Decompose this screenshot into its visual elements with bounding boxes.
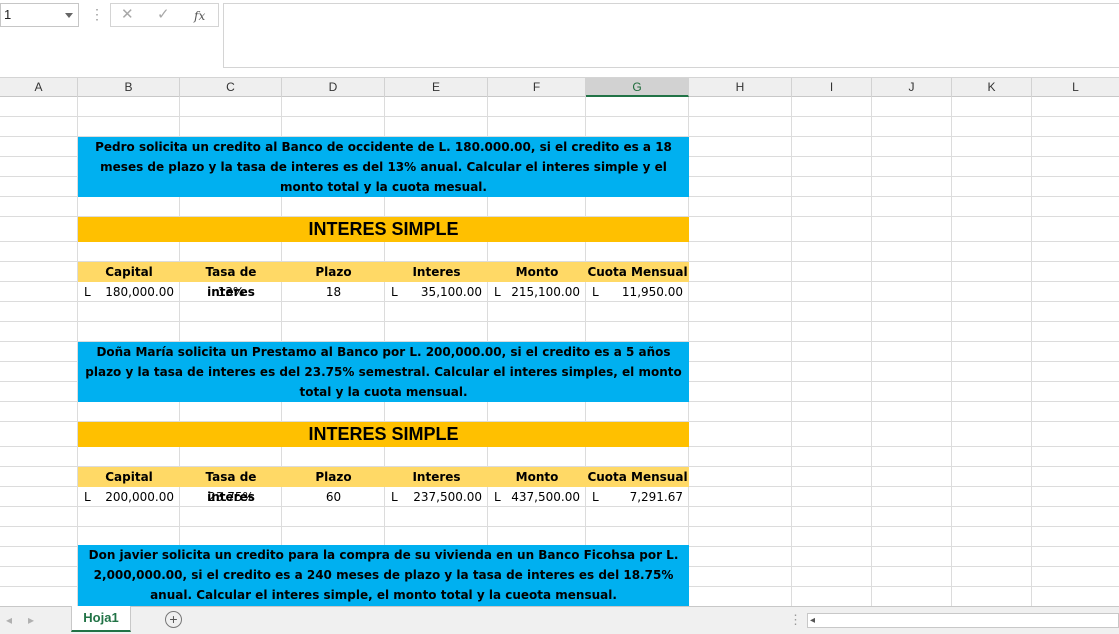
sheet-tab-bar: ◂ ▸ Hoja1 + ⋮ ◂	[0, 606, 1119, 634]
scroll-left-icon[interactable]: ◂	[6, 613, 12, 627]
currency-symbol: L	[391, 285, 398, 299]
grid-line	[0, 116, 1119, 117]
name-box-value: 1	[4, 7, 12, 22]
grid-line	[871, 97, 872, 606]
scroll-right-icon[interactable]: ▸	[28, 613, 34, 627]
worksheet-grid[interactable]: Pedro solicita un credito al Banco de oc…	[0, 97, 1119, 606]
monto-value: 437,500.00	[511, 490, 580, 504]
problem-statement-2[interactable]: Doña María solicita un Prestamo al Banco…	[78, 342, 689, 402]
column-header-k[interactable]: K	[952, 78, 1032, 97]
column-header-j[interactable]: J	[872, 78, 952, 97]
cell-interes-1[interactable]: L 35,100.00	[385, 282, 488, 302]
cell-plazo-2[interactable]: 60	[282, 487, 385, 507]
header-tasa[interactable]: Tasa de interes	[180, 262, 282, 299]
cell-cuota-1[interactable]: L 11,950.00	[586, 282, 689, 302]
header-cuota[interactable]: Cuota Mensual	[586, 467, 689, 487]
cell-monto-2[interactable]: L 437,500.00	[488, 487, 586, 507]
header-interes[interactable]: Interes	[385, 262, 488, 282]
column-header-a[interactable]: A	[0, 78, 78, 97]
formula-bar: 1 ⋮ ✕ ✓ fx	[0, 0, 1119, 78]
currency-symbol: L	[84, 285, 91, 299]
grid-line	[0, 526, 1119, 527]
header-interes[interactable]: Interes	[385, 467, 488, 487]
name-box[interactable]: 1	[0, 3, 79, 27]
cell-capital-2[interactable]: L 200,000.00	[78, 487, 180, 507]
header-plazo[interactable]: Plazo	[282, 262, 385, 282]
table-header-row-1: Capital Tasa de interes Plazo Interes Mo…	[78, 262, 689, 299]
formula-input[interactable]	[223, 3, 1119, 68]
column-header-l[interactable]: L	[1032, 78, 1119, 97]
cell-monto-1[interactable]: L 215,100.00	[488, 282, 586, 302]
currency-symbol: L	[494, 285, 501, 299]
cell-tasa-1[interactable]: 13%	[180, 282, 282, 302]
check-icon[interactable]: ✓	[157, 6, 170, 24]
header-cuota[interactable]: Cuota Mensual	[586, 262, 689, 282]
currency-symbol: L	[84, 490, 91, 504]
formula-buttons: ✕ ✓ fx	[110, 3, 219, 27]
horizontal-scrollbar[interactable]: ◂	[807, 613, 1119, 628]
cell-plazo-1[interactable]: 18	[282, 282, 385, 302]
column-header-b[interactable]: B	[78, 78, 180, 97]
cell-cuota-2[interactable]: L 7,291.67	[586, 487, 689, 507]
grid-line	[791, 97, 792, 606]
column-header-g[interactable]: G	[586, 78, 689, 97]
section-title-1[interactable]: INTERES SIMPLE	[78, 217, 689, 242]
column-headers: A B C D E F G H I J K L	[0, 78, 1119, 97]
header-monto[interactable]: Monto	[488, 467, 586, 487]
column-header-f[interactable]: F	[488, 78, 586, 97]
capital-value: 200,000.00	[105, 490, 174, 504]
cuota-value: 11,950.00	[621, 285, 683, 299]
grid-line	[951, 97, 952, 606]
cell-tasa-2[interactable]: 23.75%	[180, 487, 282, 507]
chevron-down-icon[interactable]	[65, 13, 73, 18]
drag-handle-icon[interactable]: ⋮	[90, 5, 104, 23]
cell-interes-2[interactable]: L 237,500.00	[385, 487, 488, 507]
sheet-tab-hoja1[interactable]: Hoja1	[71, 606, 131, 632]
header-plazo[interactable]: Plazo	[282, 467, 385, 487]
scroll-left-arrow-icon[interactable]: ◂	[810, 614, 815, 627]
header-capital[interactable]: Capital	[78, 262, 180, 282]
interes-value: 35,100.00	[420, 285, 482, 299]
capital-value: 180,000.00	[105, 285, 174, 299]
column-header-c[interactable]: C	[180, 78, 282, 97]
currency-symbol: L	[592, 285, 599, 299]
grid-line	[1031, 97, 1032, 606]
problem-statement-1[interactable]: Pedro solicita un credito al Banco de oc…	[78, 137, 689, 197]
currency-symbol: L	[592, 490, 599, 504]
monto-value: 215,100.00	[511, 285, 580, 299]
add-sheet-icon[interactable]: +	[165, 611, 182, 628]
section-title-2[interactable]: INTERES SIMPLE	[78, 422, 689, 447]
header-tasa[interactable]: Tasa de interes	[180, 467, 282, 504]
currency-symbol: L	[494, 490, 501, 504]
drag-handle-icon[interactable]: ⋮	[789, 612, 802, 628]
currency-symbol: L	[391, 490, 398, 504]
table-header-row-2: Capital Tasa de interes Plazo Interes Mo…	[78, 467, 689, 504]
header-monto[interactable]: Monto	[488, 262, 586, 282]
interes-value: 237,500.00	[413, 490, 482, 504]
column-header-d[interactable]: D	[282, 78, 385, 97]
cancel-icon[interactable]: ✕	[121, 6, 134, 24]
cuota-value: 7,291.67	[629, 490, 683, 504]
column-header-e[interactable]: E	[385, 78, 488, 97]
insert-function-icon[interactable]: fx	[194, 7, 205, 25]
column-header-i[interactable]: I	[792, 78, 872, 97]
problem-statement-3[interactable]: Don javier solicita un credito para la c…	[78, 545, 689, 606]
header-capital[interactable]: Capital	[78, 467, 180, 487]
cell-capital-1[interactable]: L 180,000.00	[78, 282, 180, 302]
column-header-h[interactable]: H	[689, 78, 792, 97]
grid-line	[0, 321, 1119, 322]
